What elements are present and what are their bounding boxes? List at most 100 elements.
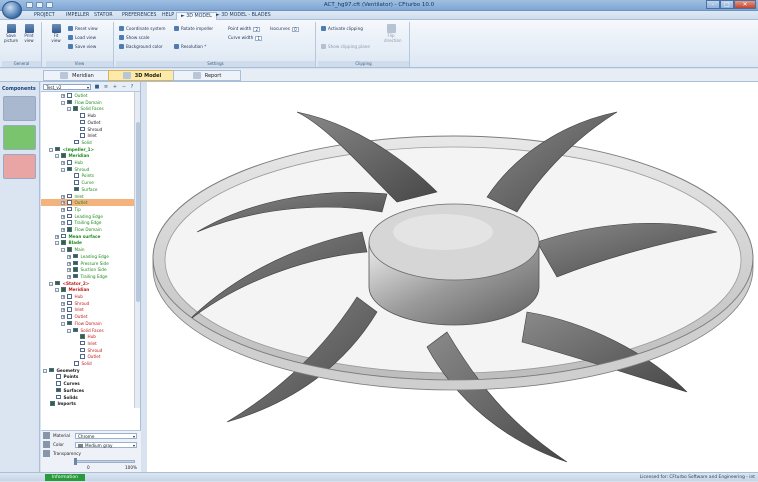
curve-width-spinner[interactable]: 1 (255, 36, 263, 41)
list-icon[interactable]: ≡ (103, 84, 109, 90)
remove-icon[interactable]: − (121, 84, 127, 90)
show-clipping-plane-toggle[interactable]: Show clipping plane (321, 43, 370, 50)
tree-checkbox[interactable] (80, 133, 85, 138)
resolution-button[interactable]: Resolution * (174, 43, 206, 50)
tree-checkbox[interactable] (73, 253, 78, 259)
model-combo[interactable]: Test_v2 (43, 84, 91, 90)
expand-icon[interactable]: + (61, 194, 65, 199)
tree-checkbox[interactable] (67, 294, 72, 299)
tree-checkbox[interactable] (67, 93, 72, 98)
flip-direction-button[interactable]: Flip direction (384, 24, 402, 43)
maximize-button[interactable]: □ (720, 0, 734, 9)
tree-checkbox[interactable] (80, 113, 85, 118)
tree-checkbox[interactable] (73, 267, 78, 272)
menu-3d-model-blades[interactable]: ► 3D MODEL - BLADES (212, 12, 275, 20)
collapse-icon[interactable]: - (55, 288, 59, 293)
tree-checkbox[interactable] (67, 320, 72, 326)
tree-checkbox[interactable] (73, 260, 78, 265)
component-stator-green[interactable] (3, 125, 36, 150)
tree-checkbox[interactable] (67, 99, 72, 105)
tree-checkbox[interactable] (56, 387, 61, 393)
tree-checkbox[interactable] (49, 367, 54, 373)
expand-icon[interactable]: + (61, 315, 65, 320)
tree-checkbox[interactable] (61, 287, 66, 292)
reset-view-button[interactable]: Reset view (68, 25, 98, 32)
background-color-button[interactable]: Background color (119, 43, 163, 50)
tree-checkbox[interactable] (80, 347, 85, 353)
expand-icon[interactable]: + (67, 254, 71, 259)
tree-checkbox[interactable] (73, 106, 78, 111)
menu-preferences[interactable]: PREFERENCES (118, 12, 160, 20)
tree-scrollbar[interactable] (134, 92, 140, 408)
tree-checkbox[interactable] (55, 280, 60, 286)
tab-meridian[interactable]: Meridian (43, 70, 111, 81)
information-tab[interactable]: Information (45, 474, 85, 481)
tree-checkbox[interactable] (80, 126, 85, 131)
save-picture-button[interactable]: Save picture (4, 24, 18, 43)
activate-clipping-toggle[interactable]: Activate clipping (321, 25, 363, 32)
tree-checkbox[interactable] (61, 153, 66, 158)
tree-checkbox[interactable] (67, 206, 72, 212)
tree-checkbox[interactable] (73, 327, 78, 332)
tab-report[interactable]: Report (173, 70, 241, 81)
color-select[interactable]: Medium gray (75, 442, 137, 448)
expand-icon[interactable]: + (61, 221, 65, 226)
tree-checkbox[interactable] (74, 361, 79, 366)
menu-3d-model[interactable]: ► 3D MODEL (176, 12, 217, 20)
save-view-button[interactable]: Save view (68, 43, 96, 50)
print-view-button[interactable]: Print view (22, 24, 36, 43)
tree-checkbox[interactable] (73, 273, 78, 279)
expand-icon[interactable]: + (61, 301, 65, 306)
expand-icon[interactable]: + (61, 207, 65, 212)
expand-icon[interactable]: + (67, 268, 71, 273)
tree-checkbox[interactable] (74, 139, 79, 145)
tree-checkbox[interactable] (74, 186, 79, 192)
collapse-icon[interactable]: - (61, 248, 65, 253)
expand-icon[interactable]: + (61, 201, 65, 206)
expand-icon[interactable]: + (67, 274, 71, 279)
tree-checkbox[interactable] (74, 173, 79, 178)
coordinate-system-toggle[interactable]: Coordinate system (119, 25, 165, 32)
tree-checkbox[interactable] (67, 220, 72, 225)
tree-checkbox[interactable] (67, 300, 72, 306)
component-impeller[interactable] (3, 96, 36, 121)
collapse-icon[interactable]: - (55, 154, 59, 159)
collapse-icon[interactable]: - (67, 328, 71, 333)
close-button[interactable]: ✕ (734, 0, 756, 9)
menu-impeller[interactable]: IMPELLER (62, 12, 93, 20)
tree-checkbox[interactable] (67, 227, 72, 232)
add-icon[interactable]: + (112, 84, 118, 90)
application-menu-button[interactable] (2, 1, 22, 19)
tree-checkbox[interactable] (67, 193, 72, 198)
collapse-icon[interactable]: - (49, 147, 53, 152)
component-stator-red[interactable] (3, 154, 36, 179)
tree-checkbox[interactable] (74, 180, 79, 185)
tree-checkbox[interactable] (61, 240, 66, 245)
expand-icon[interactable]: + (61, 308, 65, 313)
collapse-icon[interactable]: - (55, 241, 59, 246)
help-icon[interactable]: ? (129, 84, 135, 90)
tree-checkbox[interactable] (67, 200, 72, 205)
point-width-spinner[interactable]: 2 (253, 27, 261, 32)
fit-view-button[interactable]: Fit view (49, 24, 63, 43)
transparency-slider[interactable] (75, 460, 135, 463)
tree-checkbox[interactable] (67, 307, 72, 312)
collapse-icon[interactable]: - (43, 368, 47, 373)
collapse-icon[interactable]: - (49, 281, 53, 286)
expand-icon[interactable]: + (61, 94, 65, 98)
isocurves-spinner[interactable]: 0 (291, 27, 299, 32)
menu-stator[interactable]: STATOR (90, 12, 117, 20)
show-scale-toggle[interactable]: Show scale (119, 34, 149, 41)
tree-checkbox[interactable] (67, 160, 72, 165)
minimize-button[interactable]: – (706, 0, 720, 9)
expand-icon[interactable]: + (67, 261, 71, 266)
tree-item[interactable]: Imports (41, 400, 135, 407)
expand-icon[interactable]: + (61, 228, 65, 232)
collapse-icon[interactable]: - (61, 100, 65, 105)
tab-3d-model[interactable]: 3D Model (108, 70, 176, 81)
tree-checkbox[interactable] (67, 166, 72, 172)
load-view-button[interactable]: Load view (68, 34, 96, 41)
collapse-icon[interactable]: - (61, 321, 65, 326)
tree-checkbox[interactable] (67, 314, 72, 319)
tree-checkbox[interactable] (80, 119, 85, 125)
